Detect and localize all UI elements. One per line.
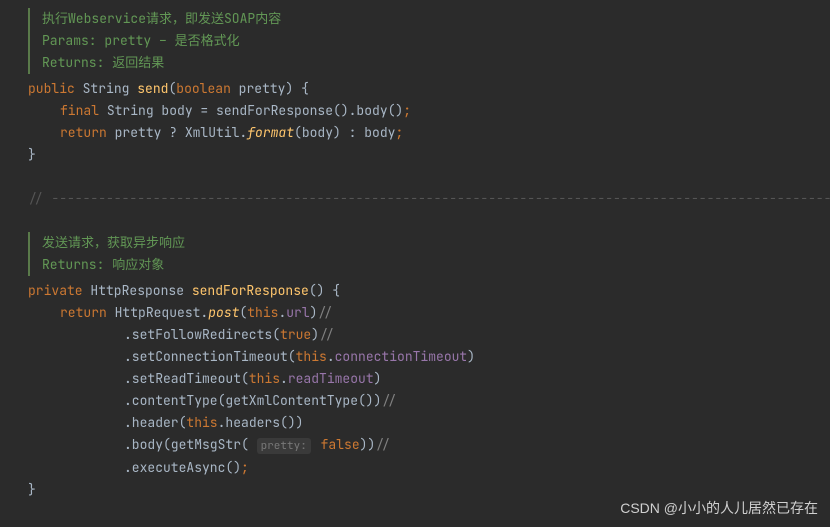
inlay-hint: pretty:: [257, 438, 311, 454]
close-brace: }: [28, 144, 830, 166]
section-divider: // -------------------------------------…: [28, 188, 830, 210]
javadoc-returns: Returns: 返回结果: [42, 52, 830, 74]
watermark-text: CSDN @小小的人儿居然已存在: [620, 497, 818, 519]
code-editor[interactable]: 执行Webservice请求，即发送SOAP内容 Params: pretty …: [0, 8, 830, 501]
code-line: .contentType(getXmlContentType())//: [28, 390, 830, 412]
code-line: return HttpRequest.post(this.url)//: [28, 302, 830, 324]
code-line: return pretty ? XmlUtil.format(body) : b…: [28, 122, 830, 144]
blank-line: [28, 166, 830, 188]
code-line: .setFollowRedirects(true)//: [28, 324, 830, 346]
code-line: .setReadTimeout(this.readTimeout): [28, 368, 830, 390]
javadoc-block-sendForResponse: 发送请求，获取异步响应 Returns: 响应对象: [28, 232, 830, 276]
code-line: .executeAsync();: [28, 457, 830, 479]
blank-line: [28, 210, 830, 232]
javadoc-returns: Returns: 响应对象: [42, 254, 830, 276]
code-line: .header(this.headers()): [28, 412, 830, 434]
code-line: .setConnectionTimeout(this.connectionTim…: [28, 346, 830, 368]
javadoc-params: Params: pretty – 是否格式化: [42, 30, 830, 52]
javadoc-block-send: 执行Webservice请求，即发送SOAP内容 Params: pretty …: [28, 8, 830, 74]
code-line: .body(getMsgStr( pretty: false))//: [28, 434, 830, 457]
javadoc-desc: 发送请求，获取异步响应: [42, 232, 830, 254]
code-line: final String body = sendForResponse().bo…: [28, 100, 830, 122]
javadoc-desc: 执行Webservice请求，即发送SOAP内容: [42, 8, 830, 30]
method-signature-sendForResponse: private HttpResponse sendForResponse() {: [28, 280, 830, 302]
method-signature-send: public String send(boolean pretty) {: [28, 78, 830, 100]
